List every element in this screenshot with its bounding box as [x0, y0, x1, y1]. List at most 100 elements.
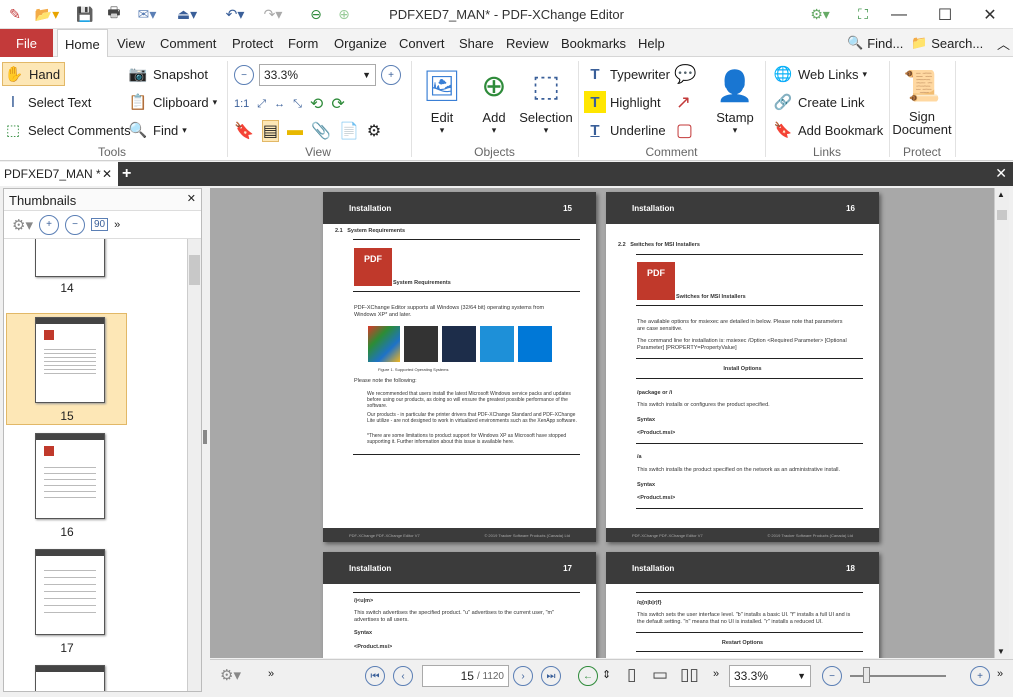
facing-pages-icon[interactable]: ▯▯	[680, 665, 699, 685]
thumbnail-page-14[interactable]	[35, 239, 105, 277]
bookmarks-pane-icon[interactable]: 🔖	[234, 121, 254, 141]
sign-document-button[interactable]: 📜 Sign Document	[892, 62, 951, 136]
reduce-thumbnails-icon[interactable]: −	[64, 214, 85, 235]
close-panel-icon[interactable]: ✕	[187, 192, 196, 205]
document-scrollbar[interactable]: ▲ ▼	[994, 188, 1009, 658]
status-more-icon[interactable]: »	[268, 668, 274, 680]
document-tab[interactable]: PDFXED7_MAN * ✕	[0, 162, 118, 186]
scroll-down-icon[interactable]: ▼	[997, 647, 1005, 656]
fit-width-icon[interactable]: ↔	[274, 98, 285, 110]
tab-bookmarks[interactable]: Bookmarks	[554, 29, 633, 57]
actual-size-icon[interactable]: 1:1	[234, 98, 249, 110]
rotate-pages-icon[interactable]: 90	[90, 218, 109, 231]
fit-page-icon[interactable]: ⤢	[257, 98, 266, 111]
thumbnail-page-15[interactable]	[35, 317, 105, 403]
clipboard-button[interactable]: 📋 Clipboard ▾	[127, 90, 218, 114]
highlight-button[interactable]: T Highlight	[584, 90, 661, 114]
page-16: Installation 16 2.2 Switches for MSI Inst…	[606, 192, 879, 542]
more-options-icon[interactable]: »	[114, 219, 120, 231]
status-zoom-out-icon[interactable]: −	[822, 666, 842, 686]
comments-pane-icon[interactable]: ▬	[287, 122, 303, 140]
zoom-more-icon[interactable]: »	[997, 668, 1003, 680]
selection-button[interactable]: ⬚ Selection ▾	[519, 62, 572, 136]
thumbnail-page-16[interactable]	[35, 433, 105, 519]
previous-page-icon[interactable]: ‹	[393, 666, 413, 686]
customize-ui-icon[interactable]: ⚙▾	[805, 4, 835, 24]
zoom-slider-thumb[interactable]	[863, 667, 870, 683]
typewriter-button[interactable]: T Typewriter	[584, 62, 670, 86]
status-zoom-select[interactable]: 33.3% ▼	[729, 665, 811, 687]
status-options-icon[interactable]: ⚙▾	[220, 666, 241, 684]
single-page-icon[interactable]: ▯	[627, 665, 636, 685]
previous-view-icon[interactable]: ←	[578, 666, 598, 686]
status-bar: ⚙▾ » ⏮ ‹ 15/ 1120 › ⏭ ← ⇕ ▯ ▭ ▯▯ » 33.3%…	[210, 659, 1013, 692]
next-page-icon[interactable]: ›	[513, 666, 533, 686]
attachments-pane-icon[interactable]: 📎	[311, 121, 331, 141]
tab-home[interactable]: Home	[57, 29, 108, 58]
close-all-tabs-icon[interactable]: ✕	[995, 165, 1007, 182]
hand-tool-button[interactable]: ✋ Hand	[2, 62, 66, 86]
rule	[636, 443, 863, 444]
tab-view[interactable]: View	[110, 29, 152, 57]
add-button[interactable]: ⊕ Add ▾	[470, 62, 518, 136]
zoom-in-icon[interactable]: +	[381, 65, 401, 85]
properties-pane-icon[interactable]: 📄	[339, 121, 359, 141]
zoom-out-icon[interactable]: −	[234, 65, 254, 85]
new-tab-icon[interactable]: +	[122, 165, 131, 183]
thumbnail-page-18[interactable]	[35, 665, 105, 691]
continuous-icon[interactable]: ▭	[652, 665, 668, 685]
select-comments-button[interactable]: ⬚ Select Comments	[2, 118, 131, 142]
find-tool-button[interactable]: 🔍 Find ▾	[127, 118, 187, 142]
scrollbar-thumb[interactable]	[997, 210, 1007, 220]
tab-form[interactable]: Form	[281, 29, 325, 57]
rotate-left-icon[interactable]: ⟲	[310, 94, 323, 114]
stamp-button[interactable]: 👤 Stamp ▾	[710, 62, 760, 136]
certificate-icon: 📜	[903, 69, 941, 103]
thumbnails-pane-icon[interactable]: ▤	[261, 120, 280, 142]
scrollbar-thumb[interactable]	[189, 255, 200, 285]
view-history-icon[interactable]: ⇕	[602, 668, 611, 681]
find-button[interactable]: 🔍 Find...	[840, 29, 910, 57]
add-bookmark-button[interactable]: 🔖 Add Bookmark	[772, 118, 884, 142]
file-tab[interactable]: File	[0, 29, 53, 57]
zoom-select[interactable]: 33.3% ▼	[259, 64, 376, 86]
collapse-ribbon-icon[interactable]: ︿	[990, 29, 1013, 57]
panel-splitter[interactable]	[203, 430, 207, 444]
rotate-right-icon[interactable]: ⟳	[331, 94, 344, 114]
minimize-button[interactable]: —	[876, 2, 922, 28]
close-window-button[interactable]: ✕	[967, 2, 1013, 28]
search-button[interactable]: 📁 Search...	[904, 29, 990, 57]
sticky-note-icon[interactable]: 💬	[674, 62, 696, 86]
fit-visible-icon[interactable]: ⤡	[293, 98, 302, 111]
close-tab-icon[interactable]: ✕	[102, 167, 112, 181]
thumbnail-page-17[interactable]	[35, 549, 105, 635]
tab-share[interactable]: Share	[452, 29, 501, 57]
create-link-button[interactable]: 🔗 Create Link	[772, 90, 865, 114]
thumbnails-scrollbar[interactable]	[187, 239, 201, 691]
tab-convert[interactable]: Convert	[392, 29, 452, 57]
last-page-icon[interactable]: ⏭	[541, 666, 561, 686]
arrow-icon[interactable]: ↗	[676, 90, 691, 114]
tab-protect[interactable]: Protect	[225, 29, 280, 57]
select-text-button[interactable]: Ⅰ Select Text	[2, 90, 92, 114]
settings-pane-icon[interactable]: ⚙	[367, 121, 381, 141]
scroll-up-icon[interactable]: ▲	[997, 190, 1005, 199]
rectangle-icon[interactable]: ▢	[676, 118, 693, 142]
layout-more-icon[interactable]: »	[713, 668, 719, 680]
page-number-input[interactable]: 15/ 1120	[422, 665, 509, 687]
tab-review[interactable]: Review	[499, 29, 556, 57]
fullscreen-icon[interactable]: ⛶	[852, 4, 874, 24]
tab-organize[interactable]: Organize	[327, 29, 394, 57]
web-links-button[interactable]: 🌐 Web Links ▾	[772, 62, 867, 86]
thumbnail-options-icon[interactable]: ⚙▾	[12, 216, 33, 234]
clipboard-icon: 📋	[128, 94, 148, 111]
snapshot-button[interactable]: 📷 Snapshot	[127, 62, 208, 86]
enlarge-thumbnails-icon[interactable]: +	[38, 214, 59, 235]
underline-button[interactable]: T Underline	[584, 118, 665, 142]
tab-comment[interactable]: Comment	[153, 29, 223, 57]
maximize-button[interactable]: ☐	[922, 2, 968, 28]
tab-help[interactable]: Help	[631, 29, 672, 57]
status-zoom-in-icon[interactable]: +	[970, 666, 990, 686]
first-page-icon[interactable]: ⏮	[365, 666, 385, 686]
edit-button[interactable]: 🖼 Edit ▾	[418, 62, 466, 136]
